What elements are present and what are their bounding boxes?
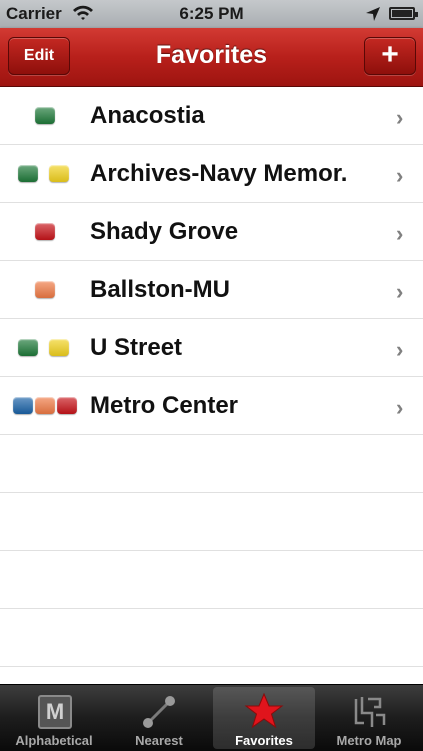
station-name: Metro Center	[90, 392, 239, 419]
empty-row	[0, 609, 423, 667]
m-icon: M	[3, 693, 105, 729]
line-orange-indicator	[35, 397, 55, 414]
line-green-indicator	[18, 339, 38, 356]
line-blue-indicator	[13, 397, 33, 414]
chevron-right-icon: ›	[396, 105, 404, 130]
station-name: Anacostia	[90, 102, 205, 129]
empty-row	[0, 667, 423, 683]
station-name: U Street	[90, 334, 183, 361]
line-yellow-indicator	[49, 165, 69, 182]
list-item[interactable]: Metro Center ›	[0, 377, 423, 435]
line-orange-indicator	[35, 281, 55, 298]
line-indicators	[0, 107, 82, 125]
line-indicators	[0, 397, 82, 415]
metro-map-icon	[318, 693, 420, 729]
line-yellow-indicator	[49, 339, 69, 356]
empty-row	[0, 435, 423, 493]
line-red-indicator	[35, 223, 55, 240]
clock: 6:25 PM	[179, 4, 244, 23]
tab-label: Metro Map	[336, 733, 402, 748]
station-name: Ballston-MU	[90, 276, 230, 303]
list-item[interactable]: Ballston-MU ›	[0, 261, 423, 319]
chevron-right-icon: ›	[396, 337, 404, 362]
chevron-right-icon: ›	[396, 221, 404, 246]
line-green-indicator	[18, 165, 38, 182]
line-indicators	[0, 339, 82, 357]
page-title: Favorites	[155, 41, 268, 69]
station-name: Archives-Navy Memor.	[90, 160, 348, 187]
tab-label: Favorites	[235, 733, 293, 748]
add-favorite-button[interactable]: +	[364, 37, 416, 75]
location-arrow-icon	[365, 6, 381, 27]
nearest-icon	[108, 693, 210, 729]
list-item[interactable]: Archives-Navy Memor. ›	[0, 145, 423, 203]
chevron-right-icon: ›	[396, 163, 404, 188]
line-green-indicator	[35, 107, 55, 124]
chevron-right-icon: ›	[396, 279, 404, 304]
tab-alphabetical[interactable]: M Alphabetical	[3, 687, 105, 749]
line-red-indicator	[57, 397, 77, 414]
tab-label: Alphabetical	[15, 733, 93, 748]
status-bar: Carrier 6:25 PM	[0, 0, 423, 28]
list-item[interactable]: Anacostia ›	[0, 87, 423, 145]
station-name: Shady Grove	[90, 218, 239, 245]
favorites-list: Anacostia › Archives-Navy Memor. › Shady…	[0, 87, 423, 683]
line-indicators	[0, 165, 82, 183]
tab-favorites[interactable]: Favorites	[213, 687, 315, 749]
line-indicators	[0, 223, 82, 241]
list-item[interactable]: Shady Grove ›	[0, 203, 423, 261]
battery-icon	[389, 7, 418, 20]
empty-row	[0, 493, 423, 551]
chevron-right-icon: ›	[396, 395, 404, 420]
navigation-bar: Edit Favorites +	[0, 28, 423, 87]
tab-nearest[interactable]: Nearest	[108, 687, 210, 749]
list-item[interactable]: U Street ›	[0, 319, 423, 377]
line-indicators	[0, 281, 82, 299]
tab-metro-map[interactable]: Metro Map	[318, 687, 420, 749]
empty-row	[0, 551, 423, 609]
tab-bar: M Alphabetical Nearest Favorites Metro M…	[0, 684, 423, 751]
tab-label: Nearest	[135, 733, 183, 748]
star-icon	[213, 692, 315, 729]
